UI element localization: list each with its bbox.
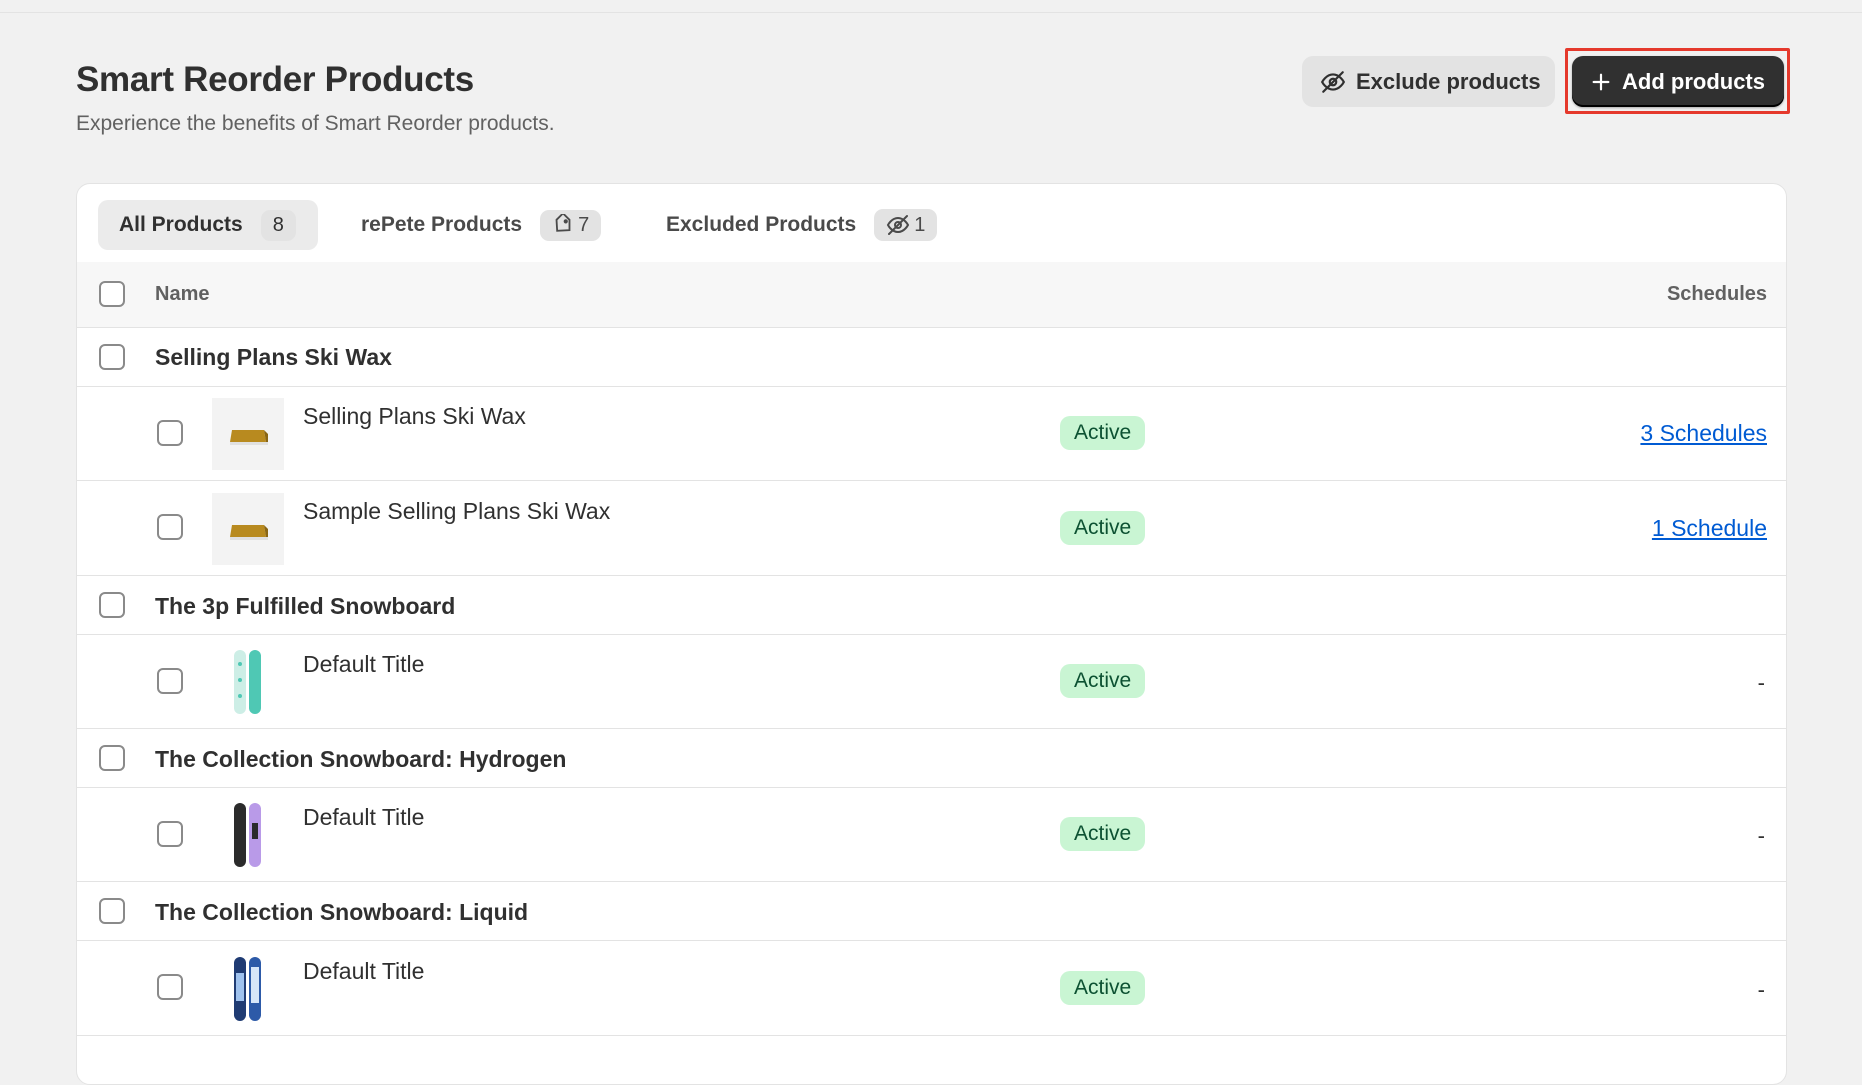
column-name: Name [155, 283, 210, 305]
status-badge: Active [1060, 971, 1146, 1005]
schedules-empty: - [1757, 977, 1765, 1002]
schedules-link[interactable]: 1 Schedule [1652, 515, 1767, 542]
tab-count-value: 7 [578, 213, 590, 236]
schedules-empty: - [1757, 823, 1765, 848]
group-row[interactable]: The Collection Snowboard: Hydrogen [77, 729, 1786, 788]
group-checkbox[interactable] [99, 898, 125, 924]
status-badge: Active [1060, 664, 1146, 698]
page-subtitle: Experience the benefits of Smart Reorder… [76, 112, 555, 135]
variant-row[interactable]: Default Title Active - [77, 635, 1786, 729]
status-badge: Active [1060, 511, 1146, 545]
table-header: Name Schedules [77, 262, 1786, 328]
variant-title: Default Title [303, 958, 425, 984]
group-title: Selling Plans Ski Wax [155, 344, 392, 370]
top-divider [0, 0, 1862, 13]
snowboard-teal-image [212, 646, 284, 718]
exclude-products-button[interactable]: Exclude products [1302, 56, 1555, 107]
group-row[interactable]: Selling Plans Ski Wax [77, 328, 1786, 387]
variant-row[interactable]: Default Title Active - [77, 788, 1786, 882]
tab-count-value: 1 [914, 213, 926, 236]
schedules-link[interactable]: 3 Schedules [1640, 420, 1767, 447]
highlight-box [1565, 48, 1790, 114]
group-title: The Collection Snowboard: Hydrogen [155, 746, 567, 772]
group-checkbox[interactable] [99, 592, 125, 618]
snowboard-liquid-image [212, 953, 284, 1025]
tab-repete-products[interactable]: rePete Products 7 [361, 200, 602, 250]
tab-bar: All Products 8 rePete Products 7 Exclude… [77, 184, 1786, 263]
tab-count: 8 [260, 209, 296, 241]
tab-label: Excluded Products [666, 213, 857, 236]
variant-title: Selling Plans Ski Wax [303, 403, 526, 429]
group-title: The 3p Fulfilled Snowboard [155, 593, 456, 619]
group-row[interactable]: The Collection Snowboard: Liquid [77, 882, 1786, 941]
tab-label: rePete Products [361, 213, 523, 236]
group-checkbox[interactable] [99, 745, 125, 771]
group-title: The Collection Snowboard: Liquid [155, 899, 529, 925]
eye-off-icon [1320, 70, 1346, 93]
variant-title: Default Title [303, 804, 425, 830]
variant-checkbox[interactable] [157, 668, 183, 694]
select-all-checkbox[interactable] [99, 281, 125, 307]
snowboard-hydrogen-image [212, 799, 284, 871]
variant-title: Sample Selling Plans Ski Wax [303, 498, 611, 524]
variant-title: Default Title [303, 651, 425, 677]
status-badge: Active [1060, 416, 1146, 450]
ski-wax-image [212, 493, 284, 565]
variant-checkbox[interactable] [157, 974, 183, 1000]
page-title: Smart Reorder Products [76, 60, 474, 99]
exclude-products-label: Exclude products [1356, 68, 1541, 94]
group-checkbox[interactable] [99, 344, 125, 370]
eye-off-icon [887, 215, 910, 235]
tab-all-products[interactable]: All Products 8 [98, 200, 318, 250]
variant-row[interactable]: Default Title Active - [77, 941, 1786, 1036]
ski-wax-image [212, 398, 284, 470]
variant-checkbox[interactable] [157, 514, 183, 540]
tab-label: All Products [119, 213, 243, 236]
schedules-empty: - [1757, 670, 1765, 695]
tab-count: 7 [540, 209, 602, 241]
tab-count: 1 [874, 209, 938, 241]
variant-row[interactable]: Sample Selling Plans Ski Wax Active 1 Sc… [77, 481, 1786, 576]
variant-checkbox[interactable] [157, 420, 183, 446]
tab-excluded-products[interactable]: Excluded Products 1 [666, 200, 938, 250]
variant-checkbox[interactable] [157, 821, 183, 847]
variant-row[interactable]: Selling Plans Ski Wax Active 3 Schedules [77, 387, 1786, 481]
group-row[interactable]: The 3p Fulfilled Snowboard [77, 576, 1786, 635]
tag-icon [555, 214, 571, 232]
products-card: All Products 8 rePete Products 7 Exclude… [76, 183, 1787, 1085]
column-schedules: Schedules [1666, 283, 1767, 305]
status-badge: Active [1060, 817, 1146, 851]
